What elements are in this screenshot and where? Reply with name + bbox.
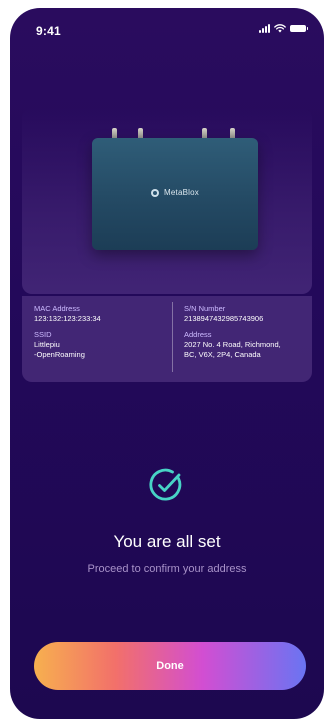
done-button[interactable]: Done <box>34 642 306 690</box>
status-time: 9:41 <box>36 24 61 38</box>
ssid-value-line2: -OpenRoaming <box>34 350 85 359</box>
ssid-label: SSID <box>34 330 52 339</box>
info-divider <box>172 302 173 372</box>
mac-address-label: MAC Address <box>34 304 80 313</box>
signal-icon <box>259 24 270 33</box>
status-bar: 9:41 <box>10 8 324 48</box>
router-brand-label: MetaBlox <box>164 188 199 197</box>
success-title: You are all set <box>113 532 221 551</box>
phone-screen: 9:41 MetaBlox MAC Address 123:132:123:23… <box>10 8 324 719</box>
address-label: Address <box>184 330 212 339</box>
battery-icon <box>290 25 308 32</box>
router-logo: MetaBlox <box>92 188 258 197</box>
metablox-logo-icon <box>151 188 160 197</box>
check-circle-icon <box>149 468 182 501</box>
ssid-value-line1: Littlepiu <box>34 340 60 349</box>
address-line1: 2027 No. 4 Road, Richmond, <box>184 340 281 349</box>
status-icons <box>259 24 308 33</box>
info-column-left: MAC Address 123:132:123:233:34 SSID Litt… <box>34 304 159 360</box>
mac-address-value: 123:132:123:233:34 <box>34 314 101 323</box>
serial-number-value: 2138947432985743906 <box>184 314 264 323</box>
info-column-right: S/N Number 2138947432985743906 Address 2… <box>184 304 304 360</box>
serial-number-label: S/N Number <box>184 304 226 313</box>
device-info-panel: MAC Address 123:132:123:233:34 SSID Litt… <box>22 296 312 382</box>
success-subtitle: Proceed to confirm your address <box>87 563 247 575</box>
wifi-icon <box>274 24 286 33</box>
address-line2: BC, V6X, 2P4, Canada <box>184 350 261 359</box>
router-device-image: MetaBlox <box>92 138 258 250</box>
